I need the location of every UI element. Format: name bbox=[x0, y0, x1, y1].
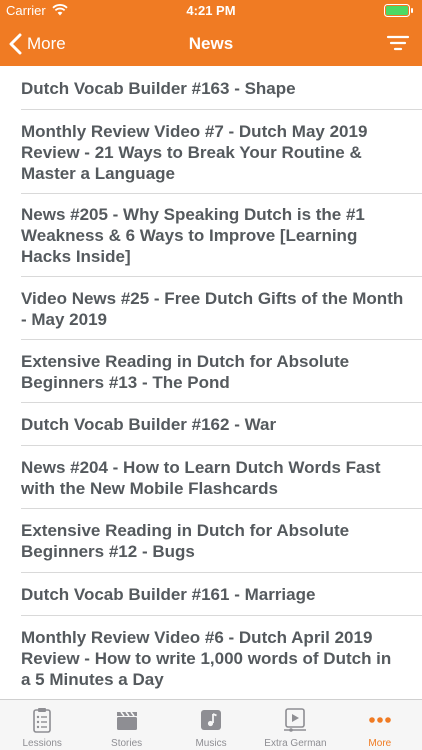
news-item[interactable]: News #205 - Why Speaking Dutch is the #1… bbox=[0, 194, 422, 277]
more-dots-icon bbox=[369, 717, 391, 723]
news-item[interactable]: Monthly Review Video #6 - Dutch April 20… bbox=[0, 616, 422, 699]
news-title: Monthly Review Video #7 - Dutch May 2019… bbox=[21, 121, 368, 183]
tab-label: Extra German bbox=[264, 738, 327, 749]
news-title: Extensive Reading in Dutch for Absolute … bbox=[21, 521, 350, 561]
news-title: Monthly Review Video #6 - Dutch April 20… bbox=[21, 627, 392, 689]
tab-label: More bbox=[368, 738, 392, 749]
navigation-bar: News More bbox=[0, 21, 422, 66]
video-player-icon bbox=[284, 708, 307, 732]
back-label: More bbox=[27, 33, 66, 53]
filter-button[interactable] bbox=[386, 31, 410, 55]
status-time: 4:21 PM bbox=[186, 3, 236, 18]
chevron-left-icon bbox=[9, 33, 22, 54]
news-item[interactable]: Dutch Vocab Builder #162 - War bbox=[0, 403, 422, 446]
tab-musics[interactable]: Musics bbox=[169, 700, 253, 750]
status-bar: Carrier 4:21 PM bbox=[0, 0, 422, 21]
news-item[interactable]: Extensive Reading in Dutch for Absolute … bbox=[0, 340, 422, 403]
news-title: News #204 - How to Learn Dutch Words Fas… bbox=[21, 457, 381, 498]
filter-icon bbox=[386, 35, 410, 51]
news-item[interactable]: Dutch Vocab Builder #161 - Marriage bbox=[0, 573, 422, 616]
tab-extra-german[interactable]: Extra German bbox=[253, 700, 337, 750]
news-title: Dutch Vocab Builder #162 - War bbox=[21, 415, 277, 434]
news-title: Video News #25 - Free Dutch Gifts of the… bbox=[21, 288, 404, 329]
news-title: Extensive Reading in Dutch for Absolute … bbox=[21, 351, 350, 392]
tab-label: Musics bbox=[195, 738, 227, 749]
news-item[interactable]: Dutch Vocab Builder #163 - Shape bbox=[0, 66, 422, 110]
news-title: News #205 - Why Speaking Dutch is the #1… bbox=[21, 205, 365, 266]
tab-label: Lessions bbox=[22, 738, 62, 749]
news-item[interactable]: Monthly Review Video #7 - Dutch May 2019… bbox=[0, 110, 422, 194]
tab-more[interactable]: More bbox=[338, 700, 422, 750]
news-title: Dutch Vocab Builder #161 - Marriage bbox=[21, 585, 316, 604]
battery-icon bbox=[384, 4, 413, 17]
back-button[interactable]: More bbox=[8, 21, 66, 66]
news-list: Dutch Vocab Builder #163 - Shape Monthly… bbox=[0, 66, 422, 699]
clipboard-icon bbox=[33, 708, 52, 733]
tab-lessions[interactable]: Lessions bbox=[0, 700, 84, 750]
news-item[interactable]: News #204 - How to Learn Dutch Words Fas… bbox=[0, 446, 422, 509]
news-item[interactable]: Extensive Reading in Dutch for Absolute … bbox=[0, 509, 422, 573]
tab-bar: Lessions Stories Musics Extra German Mor… bbox=[0, 699, 422, 750]
news-title: Dutch Vocab Builder #163 - Shape bbox=[21, 78, 296, 98]
music-note-icon bbox=[201, 710, 222, 730]
clapperboard-icon bbox=[116, 711, 137, 730]
news-item[interactable]: Video News #25 - Free Dutch Gifts of the… bbox=[0, 277, 422, 340]
tab-stories[interactable]: Stories bbox=[84, 700, 168, 750]
tab-label: Stories bbox=[111, 738, 143, 749]
